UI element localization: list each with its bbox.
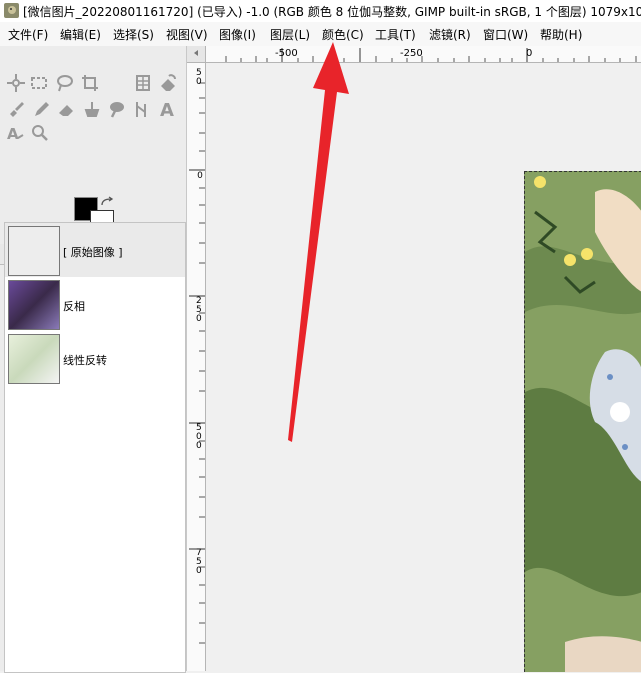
horizontal-ruler[interactable]: -500 -250 0 (206, 46, 641, 63)
history-item-label: 反相 (63, 300, 85, 313)
toolbox-panel: A A [ 原始图像 ] 反相 线性反转 (0, 46, 187, 673)
menu-layer[interactable]: 图层(L) (270, 26, 310, 43)
clone-icon[interactable] (81, 98, 103, 120)
ruler-label: 0 (526, 48, 533, 59)
svg-text:A: A (7, 125, 19, 143)
align-icon[interactable] (132, 72, 154, 94)
ruler-corner[interactable] (187, 46, 206, 63)
image-canvas[interactable] (524, 171, 641, 672)
svg-text:A: A (160, 100, 174, 120)
history-item-linear-invert[interactable]: 线性反转 (5, 331, 185, 385)
menu-select[interactable]: 选择(S) (113, 26, 154, 43)
menu-filters[interactable]: 滤镜(R) (429, 26, 471, 43)
menu-windows[interactable]: 窗口(W) (483, 26, 528, 43)
rect-select-icon[interactable] (28, 72, 50, 94)
vertical-ruler-labels: 5 0 2 5 0 5 0 0 7 5 0 (196, 68, 202, 576)
crop-icon[interactable] (79, 72, 101, 94)
lasso-icon[interactable] (53, 72, 75, 94)
history-thumbnail (8, 334, 60, 384)
image-content (525, 172, 641, 672)
svg-text:0: 0 (196, 566, 202, 576)
ruler-label: -500 (275, 48, 298, 59)
history-thumbnail (8, 280, 60, 330)
menu-edit[interactable]: 编辑(E) (60, 26, 101, 43)
window-title: [微信图片_20220801161720] (已导入) -1.0 (RGB 颜色… (23, 5, 641, 19)
menu-tools[interactable]: 工具(T) (375, 26, 416, 43)
window-titlebar: [微信图片_20220801161720] (已导入) -1.0 (RGB 颜色… (0, 0, 641, 22)
color-picker-icon[interactable]: A (5, 122, 27, 144)
smudge-icon[interactable] (106, 98, 128, 120)
canvas-area[interactable]: -500 -250 0 0 5 0 2 5 0 5 0 0 7 5 0 (187, 46, 641, 672)
menu-image[interactable]: 图像(I) (219, 26, 256, 43)
history-item-label: [ 原始图像 ] (63, 246, 123, 259)
text-icon[interactable]: A (157, 98, 179, 121)
horizontal-ruler-ticks (225, 48, 637, 62)
menubar: 文件(F) 编辑(E) 选择(S) 视图(V) 图像(I) 图层(L) 颜色(C… (0, 22, 641, 46)
paint-icon[interactable] (5, 98, 27, 120)
zoom-icon[interactable] (29, 122, 51, 144)
measure-icon[interactable] (131, 98, 153, 120)
eraser-icon[interactable] (55, 98, 77, 120)
menu-file[interactable]: 文件(F) (8, 26, 48, 43)
history-item-original[interactable]: [ 原始图像 ] (5, 223, 185, 277)
history-thumbnail (8, 226, 60, 276)
ruler-label: -250 (400, 48, 423, 59)
ruler-menu-icon (194, 50, 198, 56)
undo-history-list: [ 原始图像 ] 反相 线性反转 (4, 222, 186, 673)
svg-text:0: 0 (196, 314, 202, 324)
menu-colors[interactable]: 颜色(C) (322, 26, 364, 43)
history-item-label: 线性反转 (63, 354, 107, 367)
menu-view[interactable]: 视图(V) (166, 26, 208, 43)
menu-help[interactable]: 帮助(H) (540, 26, 582, 43)
history-item-invert[interactable]: 反相 (5, 277, 185, 331)
pencil-icon[interactable] (30, 98, 52, 120)
swap-colors-icon[interactable] (100, 196, 114, 208)
svg-text:0: 0 (196, 77, 202, 87)
bucket-icon[interactable] (157, 72, 179, 94)
gimp-app-icon (4, 3, 19, 18)
free-select-icon[interactable] (5, 72, 27, 94)
svg-text:0: 0 (196, 441, 202, 451)
